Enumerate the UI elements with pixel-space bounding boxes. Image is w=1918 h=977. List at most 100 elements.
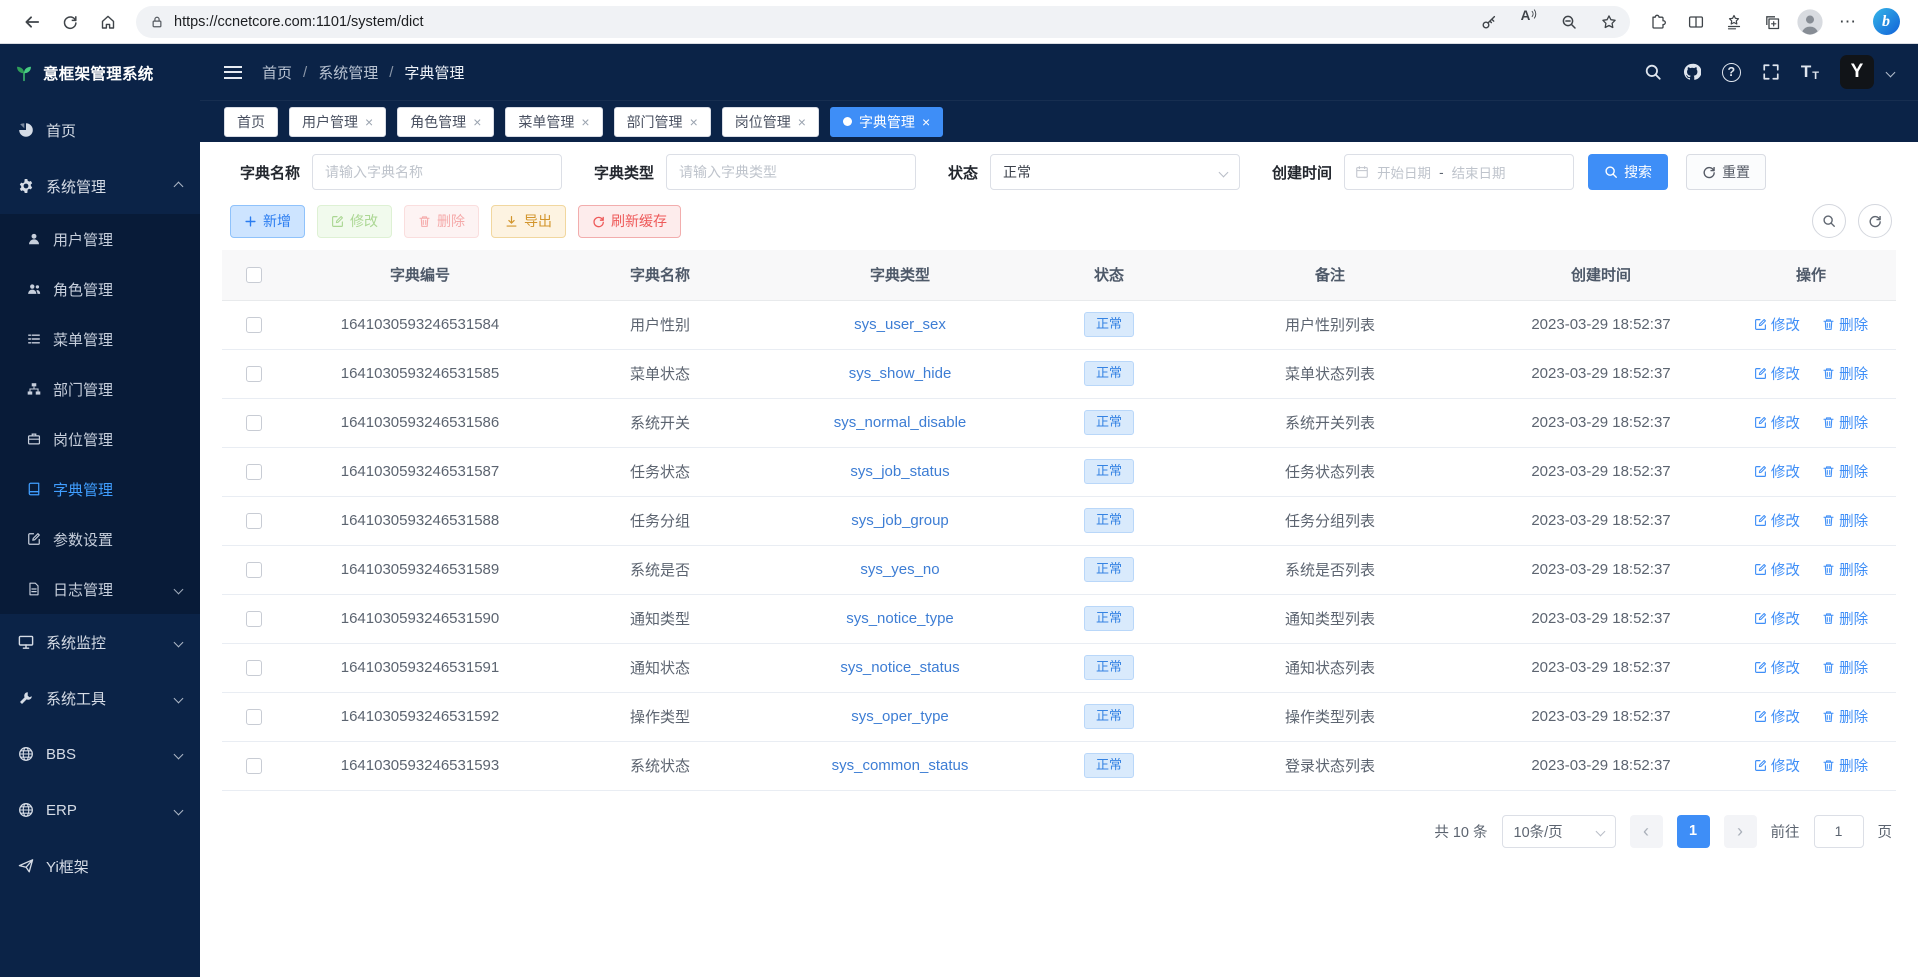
tab-menu-management[interactable]: 菜单管理× [505,107,602,137]
sidebar-item-user-management[interactable]: 用户管理 [0,214,200,264]
user-avatar[interactable]: Y [1840,55,1874,89]
help-icon[interactable]: ? [1722,63,1741,82]
row-delete-button[interactable]: 删除 [1822,314,1868,335]
sidebar-item-department-management[interactable]: 部门管理 [0,364,200,414]
toggle-search-button[interactable] [1812,204,1846,238]
sidebar-item-yi-framework[interactable]: Yi框架 [0,838,200,894]
dict-type-link[interactable]: sys_notice_status [840,659,959,676]
row-checkbox[interactable] [246,562,262,578]
bing-copilot-icon[interactable]: b [1868,5,1904,39]
sidebar-item-position-management[interactable]: 岗位管理 [0,414,200,464]
row-delete-button[interactable]: 删除 [1822,461,1868,482]
browser-back-button[interactable] [14,5,50,39]
sidebar-item-log-management[interactable]: 日志管理 [0,564,200,614]
font-size-icon[interactable]: TT [1801,62,1819,82]
date-range-picker[interactable]: 开始日期 - 结束日期 [1344,154,1574,190]
start-date-placeholder[interactable]: 开始日期 [1377,162,1431,182]
browser-profile-avatar[interactable] [1792,5,1828,39]
next-page-button[interactable]: › [1724,815,1757,848]
refresh-cache-button[interactable]: 刷新缓存 [578,205,681,238]
dict-type-link[interactable]: sys_normal_disable [834,414,967,431]
tab-dict-management[interactable]: 字典管理× [830,107,943,137]
breadcrumb-home[interactable]: 首页 [262,62,292,83]
sidebar-item-home[interactable]: 首页 [0,102,200,158]
row-edit-button[interactable]: 修改 [1754,510,1800,531]
tab-department-management[interactable]: 部门管理× [614,107,711,137]
dict-type-link[interactable]: sys_yes_no [860,561,939,578]
sidebar-item-role-management[interactable]: 角色管理 [0,264,200,314]
close-icon[interactable]: × [922,115,930,129]
row-edit-button[interactable]: 修改 [1754,314,1800,335]
end-date-placeholder[interactable]: 结束日期 [1452,162,1506,182]
row-delete-button[interactable]: 删除 [1822,559,1868,580]
browser-more-menu[interactable]: ⋯ [1830,5,1866,39]
row-edit-button[interactable]: 修改 [1754,706,1800,727]
sidebar-item-erp[interactable]: ERP [0,782,200,838]
row-checkbox[interactable] [246,513,262,529]
sidebar-item-system-monitor[interactable]: 系统监控 [0,614,200,670]
export-button[interactable]: 导出 [491,205,566,238]
dict-type-link[interactable]: sys_common_status [832,757,969,774]
zoom-indicator-icon[interactable] [1554,8,1584,36]
row-edit-button[interactable]: 修改 [1754,657,1800,678]
read-aloud-icon[interactable]: A [1514,8,1544,36]
row-delete-button[interactable]: 删除 [1822,755,1868,776]
browser-refresh-button[interactable] [52,5,88,39]
fullscreen-icon[interactable] [1762,63,1780,81]
row-edit-button[interactable]: 修改 [1754,412,1800,433]
sidebar-item-system-management[interactable]: 系统管理 [0,158,200,214]
row-checkbox[interactable] [246,660,262,676]
close-icon[interactable]: × [798,115,806,129]
status-select[interactable]: 正常 [990,154,1240,190]
dict-type-link[interactable]: sys_job_status [850,463,949,480]
row-edit-button[interactable]: 修改 [1754,559,1800,580]
dict-type-link[interactable]: sys_show_hide [849,365,952,382]
sidebar-item-parameter-settings[interactable]: 参数设置 [0,514,200,564]
header-search-icon[interactable] [1644,63,1662,81]
tab-user-management[interactable]: 用户管理× [289,107,386,137]
url-text[interactable]: https://ccnetcore.com:1101/system/dict [174,14,1464,30]
row-checkbox[interactable] [246,758,262,774]
sidebar-toggle-icon[interactable] [224,66,242,79]
dict-type-link[interactable]: sys_user_sex [854,316,946,333]
sidebar-item-menu-management[interactable]: 菜单管理 [0,314,200,364]
avatar-dropdown-icon[interactable] [1886,67,1896,77]
row-delete-button[interactable]: 删除 [1822,657,1868,678]
password-key-icon[interactable] [1474,8,1504,36]
close-icon[interactable]: × [690,115,698,129]
search-button[interactable]: 搜索 [1588,154,1668,190]
sidebar-item-bbs[interactable]: BBS [0,726,200,782]
sidebar-item-dict-management[interactable]: 字典管理 [0,464,200,514]
breadcrumb-system[interactable]: 系统管理 [318,62,378,83]
row-edit-button[interactable]: 修改 [1754,755,1800,776]
extensions-icon[interactable] [1640,5,1676,39]
row-checkbox[interactable] [246,317,262,333]
row-checkbox[interactable] [246,415,262,431]
github-icon[interactable] [1683,63,1701,81]
page-size-select[interactable]: 10条/页 [1502,815,1616,848]
row-checkbox[interactable] [246,611,262,627]
delete-button[interactable]: 删除 [404,205,479,238]
add-button[interactable]: 新增 [230,205,305,238]
tab-position-management[interactable]: 岗位管理× [722,107,819,137]
select-all-checkbox[interactable] [246,267,262,283]
row-edit-button[interactable]: 修改 [1754,461,1800,482]
row-edit-button[interactable]: 修改 [1754,363,1800,384]
split-screen-icon[interactable] [1678,5,1714,39]
address-bar[interactable]: https://ccnetcore.com:1101/system/dict A [136,6,1630,38]
close-icon[interactable]: × [365,115,373,129]
add-favorite-star-icon[interactable] [1594,8,1624,36]
dict-type-link[interactable]: sys_oper_type [851,708,949,725]
row-delete-button[interactable]: 删除 [1822,608,1868,629]
dict-type-link[interactable]: sys_notice_type [846,610,954,627]
row-checkbox[interactable] [246,464,262,480]
row-checkbox[interactable] [246,366,262,382]
row-edit-button[interactable]: 修改 [1754,608,1800,629]
current-page-button[interactable]: 1 [1677,815,1710,848]
dict-type-input[interactable] [666,154,916,190]
sidebar-item-system-tools[interactable]: 系统工具 [0,670,200,726]
close-icon[interactable]: × [473,115,481,129]
dict-type-link[interactable]: sys_job_group [851,512,949,529]
collections-icon[interactable] [1754,5,1790,39]
edit-button[interactable]: 修改 [317,205,392,238]
